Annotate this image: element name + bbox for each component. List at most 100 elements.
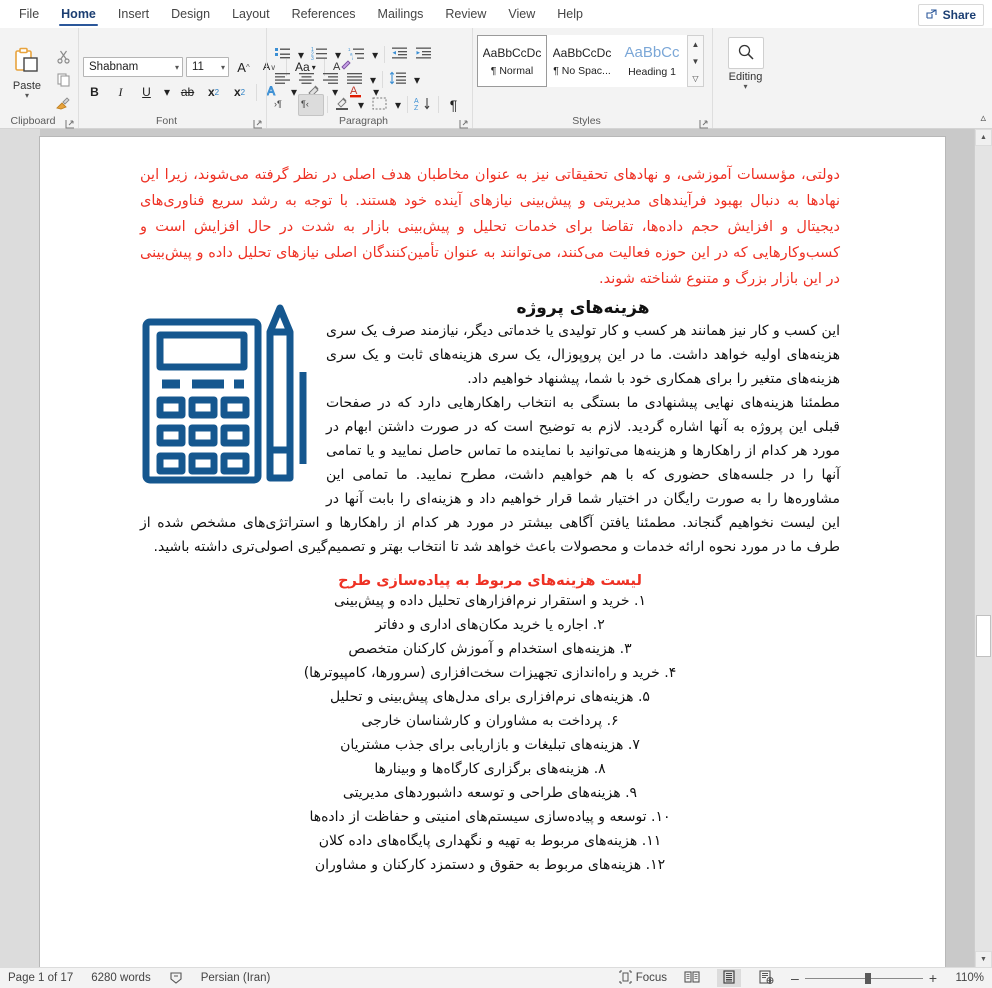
show-formatting-marks-button[interactable]: ¶ bbox=[442, 94, 465, 116]
editing-button[interactable]: Editing ▾ bbox=[718, 37, 774, 91]
proofing-errors-icon[interactable] bbox=[169, 971, 183, 985]
vertical-scrollbar[interactable]: ▲ ▼ bbox=[974, 129, 992, 968]
numbering-dropdown[interactable]: ▾ bbox=[332, 44, 344, 66]
page-indicator[interactable]: Page 1 of 17 bbox=[8, 972, 73, 984]
scroll-up-button[interactable]: ▲ bbox=[975, 129, 992, 146]
styles-more-icon[interactable]: ▽ bbox=[688, 70, 703, 86]
bold-button[interactable]: B bbox=[83, 81, 106, 103]
styles-gallery-scroll[interactable]: ▲ ▼ ▽ bbox=[687, 35, 704, 87]
underline-dropdown[interactable]: ▾ bbox=[161, 81, 173, 103]
word-count[interactable]: 6280 words bbox=[91, 972, 150, 984]
tab-view[interactable]: View bbox=[497, 1, 546, 28]
line-spacing-icon bbox=[389, 71, 407, 88]
borders-dropdown[interactable]: ▾ bbox=[392, 94, 404, 116]
numbering-button[interactable]: 123 bbox=[308, 44, 331, 66]
increase-indent-button[interactable] bbox=[412, 44, 435, 66]
underline-button[interactable]: U bbox=[135, 81, 158, 103]
list-text: هزینه‌های نرم‌افزاری برای مدل‌های پیش‌بی… bbox=[330, 689, 634, 705]
copy-button[interactable] bbox=[52, 72, 74, 93]
paste-button[interactable]: Paste ▾ bbox=[4, 46, 50, 99]
divider bbox=[382, 71, 384, 88]
tab-home[interactable]: Home bbox=[50, 1, 107, 28]
zoom-out-button[interactable]: – bbox=[791, 970, 799, 986]
line-spacing-dropdown[interactable]: ▾ bbox=[411, 69, 423, 91]
web-layout-button[interactable] bbox=[754, 969, 778, 987]
language-indicator[interactable]: Persian (Iran) bbox=[201, 972, 271, 984]
divider bbox=[327, 96, 328, 113]
strikethrough-button[interactable]: ab bbox=[176, 81, 199, 103]
style-heading-1[interactable]: AaBbCc Heading 1 bbox=[617, 35, 687, 87]
grow-font-button[interactable]: A ^ bbox=[232, 56, 255, 78]
tab-help[interactable]: Help bbox=[546, 1, 594, 28]
chevron-down-icon[interactable]: ▾ bbox=[743, 83, 747, 91]
list-number: ۱۲. bbox=[645, 857, 666, 873]
document-page[interactable]: دولتی، مؤسسات آموزشی، و نهادهای تحقیقاتی… bbox=[40, 137, 945, 968]
scroll-down-button[interactable]: ▼ bbox=[975, 951, 992, 968]
bullets-button[interactable] bbox=[271, 44, 294, 66]
list-text: هزینه‌های مربوط به حقوق و دستمزد کارکنان… bbox=[314, 857, 642, 873]
line-spacing-button[interactable] bbox=[386, 69, 410, 91]
align-center-button[interactable] bbox=[295, 69, 318, 91]
zoom-control[interactable]: – + bbox=[791, 970, 937, 986]
justify-button[interactable] bbox=[343, 69, 366, 91]
list-number: ۳. bbox=[619, 641, 632, 657]
styles-dialog-launcher[interactable] bbox=[699, 116, 709, 129]
paragraph-dialog-launcher[interactable] bbox=[459, 116, 469, 129]
decrease-indent-button[interactable] bbox=[388, 44, 411, 66]
print-layout-button[interactable] bbox=[717, 969, 742, 987]
italic-button[interactable]: I bbox=[109, 81, 132, 103]
svg-text:›¶: ›¶ bbox=[274, 99, 282, 109]
list-item: ۷. هزینه‌های تبلیغات و بازاریابی برای جذ… bbox=[140, 733, 840, 757]
tab-design[interactable]: Design bbox=[160, 1, 221, 28]
rtl-text-direction-button[interactable]: ¶‹ bbox=[298, 93, 324, 116]
zoom-in-button[interactable]: + bbox=[929, 970, 937, 986]
shading-button[interactable] bbox=[331, 94, 354, 116]
ltr-text-direction-button[interactable]: ›¶ bbox=[271, 94, 297, 116]
tab-mailings[interactable]: Mailings bbox=[367, 1, 435, 28]
share-button[interactable]: Share bbox=[917, 4, 984, 26]
format-painter-button[interactable] bbox=[52, 95, 74, 116]
scroll-up-icon[interactable]: ▲ bbox=[688, 36, 703, 52]
borders-button[interactable] bbox=[368, 94, 391, 116]
font-dialog-launcher[interactable] bbox=[253, 116, 263, 129]
zoom-slider-thumb[interactable] bbox=[864, 972, 871, 984]
font-size-combo[interactable]: 11 ▾ bbox=[186, 57, 229, 77]
scrollbar-thumb[interactable] bbox=[976, 615, 991, 657]
clipboard-dialog-launcher[interactable] bbox=[65, 116, 75, 129]
cut-button[interactable] bbox=[52, 49, 74, 70]
superscript-button[interactable]: x2 bbox=[228, 81, 251, 103]
tab-insert[interactable]: Insert bbox=[107, 1, 160, 28]
superscript-label: x bbox=[233, 85, 241, 99]
multilevel-list-dropdown[interactable]: ▾ bbox=[369, 44, 381, 66]
multilevel-list-button[interactable]: 1ai bbox=[345, 44, 368, 66]
scroll-down-icon[interactable]: ▼ bbox=[688, 53, 703, 69]
align-left-button[interactable] bbox=[271, 69, 294, 91]
ribbon-group-styles: AaBbCcDc ¶ Normal AaBbCcDc ¶ No Spac... … bbox=[472, 28, 712, 129]
tab-references[interactable]: References bbox=[281, 1, 367, 28]
bullets-dropdown[interactable]: ▾ bbox=[295, 44, 307, 66]
style-normal[interactable]: AaBbCcDc ¶ Normal bbox=[477, 35, 547, 87]
justify-dropdown[interactable]: ▾ bbox=[367, 69, 379, 91]
document-canvas[interactable]: دولتی، مؤسسات آموزشی، و نهادهای تحقیقاتی… bbox=[0, 129, 992, 968]
font-name-combo[interactable]: Shabnam ▾ bbox=[83, 57, 183, 77]
subscript-button[interactable]: x2 bbox=[202, 81, 225, 103]
sort-button[interactable]: AZ bbox=[411, 94, 435, 116]
zoom-slider-track[interactable] bbox=[804, 972, 923, 984]
read-mode-button[interactable] bbox=[680, 969, 704, 987]
read-mode-icon bbox=[684, 970, 700, 987]
chevron-down-icon[interactable]: ▾ bbox=[25, 91, 29, 99]
tab-file[interactable]: File bbox=[8, 1, 50, 28]
align-right-button[interactable] bbox=[319, 69, 342, 91]
svg-text:i: i bbox=[352, 56, 353, 60]
paragraph-group-label: Paragraph bbox=[338, 115, 389, 127]
collapse-ribbon-button[interactable]: ▵ bbox=[980, 111, 986, 124]
tab-layout[interactable]: Layout bbox=[221, 1, 281, 28]
zoom-level-label[interactable]: 110% bbox=[950, 972, 984, 984]
left-gutter bbox=[0, 129, 40, 968]
shading-dropdown[interactable]: ▾ bbox=[355, 94, 367, 116]
styles-group-label: Styles bbox=[572, 115, 601, 127]
list-number: ۲. bbox=[592, 617, 605, 633]
focus-button[interactable]: Focus bbox=[619, 969, 667, 987]
style-no-spacing[interactable]: AaBbCcDc ¶ No Spac... bbox=[547, 35, 617, 87]
tab-review[interactable]: Review bbox=[434, 1, 497, 28]
